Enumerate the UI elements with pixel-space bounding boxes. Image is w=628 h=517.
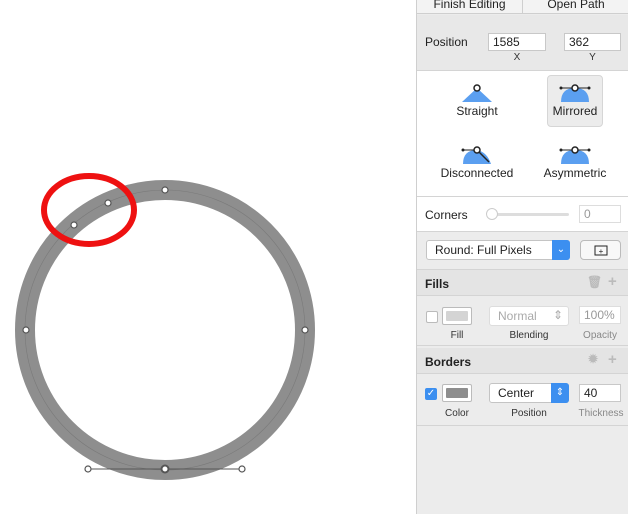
updown-icon: ⇕ <box>552 308 563 322</box>
vertex-left[interactable] <box>22 326 30 334</box>
fill-row: Normal ⇕ 100% Fill Blending Opacity <box>417 296 628 346</box>
opacity-input[interactable]: 100% <box>579 306 621 324</box>
ring-shape[interactable] <box>15 180 315 480</box>
position-caption: Position <box>511 408 547 419</box>
open-path-button[interactable]: Open Path <box>523 0 628 14</box>
vertex-right[interactable] <box>301 326 309 334</box>
position-label: Position <box>425 35 468 49</box>
add-fill-icon[interactable]: + <box>608 273 617 290</box>
updown-icon: ⇕ <box>551 383 569 403</box>
rounding-value: Round: Full Pixels <box>435 243 532 257</box>
blending-caption: Blending <box>509 330 549 341</box>
fills-header: Fills 🗑 + <box>417 270 628 296</box>
bounding-box-icon: + <box>594 245 608 256</box>
vertex-extra-1[interactable] <box>104 199 112 207</box>
finish-editing-button[interactable]: Finish Editing <box>417 0 523 14</box>
vertex-top[interactable] <box>161 186 169 194</box>
point-type-label: Asymmetric <box>543 166 607 180</box>
thickness-input[interactable]: 40 <box>579 384 621 402</box>
blending-value: Normal <box>498 309 537 323</box>
disconnected-point-icon <box>461 146 491 164</box>
position-section: Position 1585 362 X Y <box>417 15 628 71</box>
border-row: ✓ Center ⇕ 40 Color Position Thickness <box>417 374 628 426</box>
mirrored-point-icon <box>559 84 591 102</box>
point-type-label: Mirrored <box>552 104 598 118</box>
asymmetric-point-icon <box>559 146 591 164</box>
corners-slider[interactable] <box>486 208 569 220</box>
borders-title: Borders <box>425 355 472 369</box>
border-position-value: Center <box>498 386 535 400</box>
inspector-panel: Finish Editing Open Path Position 1585 3… <box>416 0 628 514</box>
add-border-icon[interactable]: + <box>608 351 617 368</box>
y-caption: Y <box>589 52 596 63</box>
flatten-button[interactable]: + <box>580 240 621 260</box>
rounding-section: Round: Full Pixels ⌄ + <box>417 232 628 270</box>
vertex-extra-2[interactable] <box>70 221 78 229</box>
x-caption: X <box>513 52 521 63</box>
straight-point-icon <box>462 84 492 102</box>
fill-checkbox[interactable] <box>426 311 438 323</box>
border-checkbox[interactable]: ✓ <box>425 388 437 400</box>
svg-text:+: + <box>599 247 604 256</box>
handle-left[interactable] <box>84 465 92 473</box>
corners-input[interactable]: 0 <box>579 205 621 223</box>
thickness-caption: Thickness <box>578 408 624 419</box>
opacity-caption: Opacity <box>583 330 617 341</box>
point-type-asymmetric[interactable]: Asymmetric <box>535 138 615 188</box>
handle-right[interactable] <box>238 465 246 473</box>
trash-icon[interactable]: 🗑 <box>587 275 602 289</box>
border-color-swatch[interactable] <box>442 384 472 402</box>
border-position-select[interactable]: Center ⇕ <box>489 383 569 403</box>
canvas[interactable] <box>0 0 416 514</box>
fill-color-swatch[interactable] <box>442 307 472 325</box>
chevron-down-icon: ⌄ <box>552 240 570 260</box>
point-type-mirrored[interactable]: Mirrored <box>547 75 603 127</box>
fill-caption: Fill <box>450 330 464 341</box>
point-type-section: Straight Mirrored Disconnected Asymmetri… <box>417 71 628 197</box>
rounding-select[interactable]: Round: Full Pixels ⌄ <box>426 240 570 260</box>
position-x-input[interactable]: 1585 <box>488 33 546 51</box>
point-type-label: Disconnected <box>440 166 514 180</box>
color-caption: Color <box>445 408 469 419</box>
position-y-input[interactable]: 362 <box>564 33 621 51</box>
point-type-disconnected[interactable]: Disconnected <box>437 138 517 188</box>
gear-icon[interactable]: ✹ <box>588 352 598 366</box>
path-editor-canvas[interactable] <box>0 0 416 514</box>
point-type-straight[interactable]: Straight <box>447 76 507 126</box>
point-type-label: Straight <box>456 104 498 118</box>
borders-header: Borders ✹ + <box>417 348 628 374</box>
corners-slider-thumb[interactable] <box>486 208 498 220</box>
vertex-bottom-selected[interactable] <box>160 464 170 474</box>
fills-title: Fills <box>425 277 450 291</box>
blending-select[interactable]: Normal ⇕ <box>489 306 569 326</box>
corners-label: Corners <box>425 208 468 222</box>
corners-section: Corners 0 <box>417 197 628 232</box>
